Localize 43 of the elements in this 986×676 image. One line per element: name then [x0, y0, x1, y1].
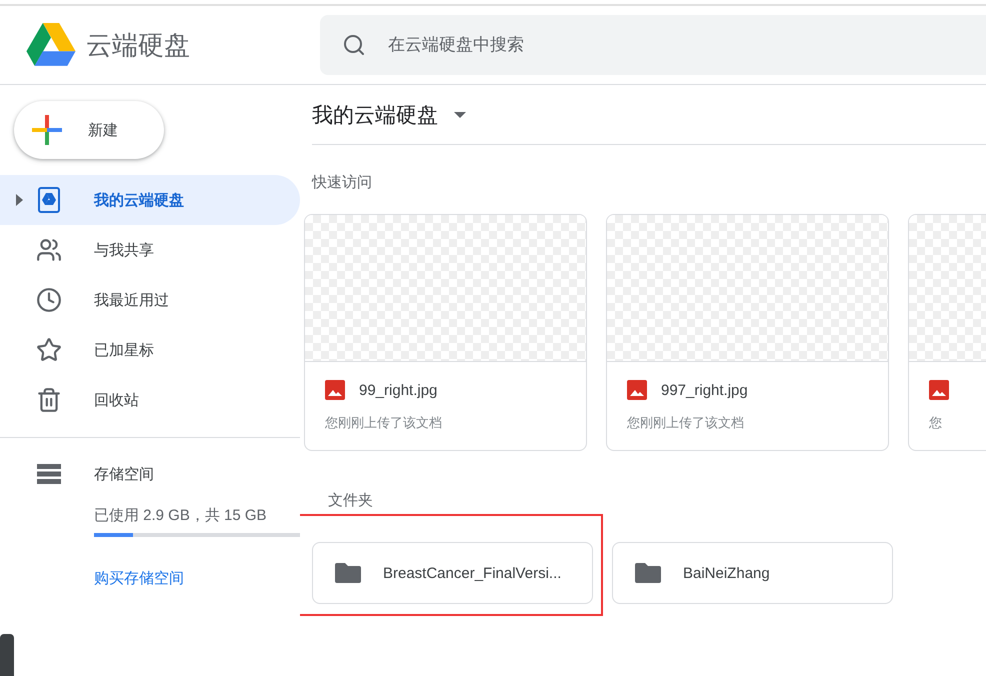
nav-item[interactable]: 我最近用过 [0, 275, 300, 325]
app-name: 云端硬盘 [86, 30, 190, 62]
file-activity: 您刚刚上传了该文档 [325, 414, 443, 432]
storage-icon [37, 464, 61, 484]
file-name: 997_right.jpg [661, 382, 748, 398]
nav-item[interactable]: 回收站 [0, 375, 300, 425]
section-heading: 快速访问 [312, 173, 373, 192]
star-icon [36, 337, 62, 363]
section-heading: 文件夹 [328, 491, 374, 510]
plus-icon [32, 115, 62, 145]
file-card[interactable]: 您 [908, 214, 986, 451]
storage-usage: 已使用 2.9 GB，共 15 GB [94, 506, 268, 525]
nav-item[interactable]: 与我共享 [0, 225, 300, 275]
folder-name: BaiNeiZhang [683, 564, 770, 582]
drive-icon [37, 187, 61, 213]
file-card[interactable]: 997_right.jpg 您刚刚上传了该文档 [606, 214, 889, 451]
file-name: 99_right.jpg [359, 382, 438, 398]
file-activity: 您刚刚上传了该文档 [627, 414, 745, 432]
people-icon [36, 237, 62, 263]
expand-arrow-icon[interactable] [16, 194, 24, 206]
caret-icon[interactable] [454, 112, 466, 118]
clock-icon [36, 287, 62, 313]
folder-card[interactable]: BreastCancer_FinalVersi... [312, 542, 593, 604]
file-activity: 您 [929, 414, 943, 432]
nav-item[interactable]: 我的云端硬盘 [0, 175, 300, 225]
file-card[interactable]: 99_right.jpg 您刚刚上传了该文档 [304, 214, 587, 451]
search-input[interactable]: 在云端硬盘中搜索 [386, 34, 790, 56]
folder-name: BreastCancer_FinalVersi... [383, 564, 562, 582]
buy-storage-link[interactable]: 购买存储空间 [94, 569, 184, 588]
folder-card[interactable]: BaiNeiZhang [612, 542, 893, 604]
folder-icon [335, 563, 361, 583]
image-file-icon [929, 380, 949, 400]
trash-icon [36, 387, 62, 413]
search-icon [342, 33, 366, 57]
drive-logo-icon [26, 23, 76, 67]
page-title[interactable]: 我的云端硬盘 [312, 100, 438, 128]
widget-strip [0, 634, 14, 676]
folder-icon [635, 563, 661, 583]
new-button[interactable]: 新建 [14, 101, 164, 159]
nav-item[interactable]: 已加星标 [0, 325, 300, 375]
image-file-icon [627, 380, 647, 400]
storage-label: 存储空间 [94, 464, 154, 484]
image-file-icon [325, 380, 345, 400]
